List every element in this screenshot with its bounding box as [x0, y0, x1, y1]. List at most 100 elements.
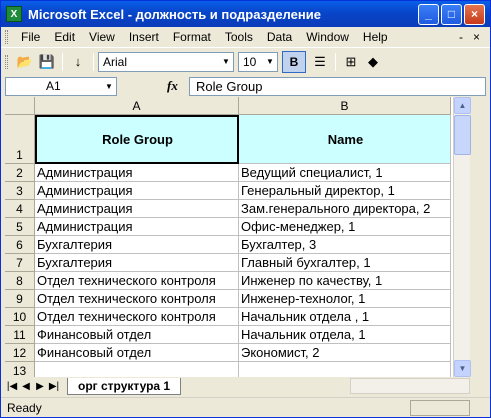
formula-bar: A1 ▼ fx Role Group — [1, 76, 490, 96]
cell-role-group[interactable]: Отдел технического контроля — [35, 272, 239, 290]
formula-input[interactable]: Role Group — [189, 76, 486, 96]
row-header[interactable]: 6 — [5, 236, 35, 254]
scroll-up-icon[interactable]: ▲ — [454, 97, 471, 114]
cell-name[interactable] — [239, 362, 451, 377]
name-box-value: A1 — [46, 79, 61, 93]
scroll-thumb[interactable] — [454, 115, 471, 155]
next-sheet-icon[interactable]: ▶ — [33, 381, 47, 392]
cell-name[interactable]: Инженер по качеству, 1 — [239, 272, 451, 290]
cell-name[interactable]: Ведущий специалист, 1 — [239, 164, 451, 182]
row-header[interactable]: 8 — [5, 272, 35, 290]
toolbar-separator — [335, 52, 336, 71]
font-name-select[interactable]: Arial ▼ — [98, 51, 234, 72]
status-bar: Ready — [1, 397, 490, 417]
cell-role-group[interactable]: Отдел технического контроля — [35, 308, 239, 326]
maximize-button[interactable]: □ — [441, 3, 462, 25]
cell-role-group[interactable] — [35, 362, 239, 377]
open-folder-icon[interactable]: 📂 — [15, 52, 35, 72]
status-text: Ready — [7, 400, 42, 415]
sheet-tab-bar: |◀ ◀ ▶ ▶| орг структура 1 — [5, 377, 470, 395]
formatting-toolbar: 📂 💾 ↓ Arial ▼ 10 ▼ B ☰ ⊞ ◆ — [1, 47, 490, 75]
cell-name[interactable]: Генеральный директор, 1 — [239, 182, 451, 200]
cell-name[interactable]: Начальник отдела, 1 — [239, 326, 451, 344]
column-header-a[interactable]: A — [35, 97, 239, 115]
cell-role-group[interactable]: Бухгалтерия — [35, 254, 239, 272]
row-header[interactable]: 11 — [5, 326, 35, 344]
window-title: Microsoft Excel - должность и подразделе… — [28, 6, 321, 22]
cell-name[interactable]: Экономист, 2 — [239, 344, 451, 362]
worksheet-grid[interactable]: A B 1 Role Group Name 2 Администрация Веду… — [5, 97, 453, 377]
toolbar-separator — [62, 52, 63, 71]
row-header[interactable]: 4 — [5, 200, 35, 218]
menu-help[interactable]: Help — [356, 30, 395, 44]
cell-role-group[interactable]: Администрация — [35, 164, 239, 182]
select-all-corner[interactable] — [5, 97, 35, 115]
cell-b1[interactable]: Name — [239, 115, 451, 164]
excel-app-icon[interactable]: X — [6, 6, 22, 22]
menu-window[interactable]: Window — [299, 30, 356, 44]
close-button[interactable]: × — [464, 3, 485, 25]
name-box[interactable]: A1 ▼ — [5, 76, 117, 96]
cell-role-group[interactable]: Финансовый отдел — [35, 326, 239, 344]
excel-window: X Microsoft Excel - должность и подразде… — [0, 0, 491, 418]
workbook-minimize-button[interactable]: - — [459, 30, 463, 44]
first-sheet-icon[interactable]: |◀ — [5, 381, 19, 392]
menu-tools[interactable]: Tools — [218, 30, 260, 44]
bold-button[interactable]: B — [282, 50, 306, 73]
menu-edit[interactable]: Edit — [47, 30, 82, 44]
cell-name[interactable]: Бухгалтер, 3 — [239, 236, 451, 254]
last-sheet-icon[interactable]: ▶| — [47, 381, 61, 392]
minimize-button[interactable]: _ — [418, 3, 439, 25]
cell-role-group[interactable]: Администрация — [35, 200, 239, 218]
cell-name[interactable]: Главный бухгалтер, 1 — [239, 254, 451, 272]
toolbar-separator — [93, 52, 94, 71]
menu-insert[interactable]: Insert — [122, 30, 166, 44]
align-center-icon[interactable]: ☰ — [310, 52, 330, 72]
cell-name[interactable]: Начальник отдела , 1 — [239, 308, 451, 326]
horizontal-scrollbar[interactable] — [350, 378, 470, 394]
font-size-select[interactable]: 10 ▼ — [238, 51, 278, 72]
row-header[interactable]: 10 — [5, 308, 35, 326]
vertical-scrollbar[interactable]: ▲ ▼ — [453, 97, 471, 377]
menu-file[interactable]: File — [14, 30, 47, 44]
row-header[interactable]: 1 — [5, 115, 35, 164]
workbook-close-button[interactable]: × — [473, 30, 480, 44]
cell-role-group[interactable]: Бухгалтерия — [35, 236, 239, 254]
menu-grip[interactable] — [5, 30, 8, 44]
chevron-down-icon[interactable]: ▼ — [219, 53, 233, 71]
menu-view[interactable]: View — [82, 30, 122, 44]
row-header[interactable]: 13 — [5, 362, 35, 377]
sheet-tab[interactable]: орг структура 1 — [67, 377, 182, 395]
cell-name[interactable]: Зам.генерального директора, 2 — [239, 200, 451, 218]
font-size-value: 10 — [243, 54, 257, 69]
cell-role-group[interactable]: Финансовый отдел — [35, 344, 239, 362]
row-header[interactable]: 5 — [5, 218, 35, 236]
save-icon[interactable]: 💾 — [37, 52, 57, 72]
borders-icon[interactable]: ⊞ — [341, 52, 361, 72]
cell-a1[interactable]: Role Group — [35, 115, 239, 164]
insert-function-icon[interactable]: fx — [167, 78, 189, 94]
chevron-down-icon[interactable]: ▼ — [263, 53, 277, 71]
row-header[interactable]: 9 — [5, 290, 35, 308]
cell-name[interactable]: Офис-менеджер, 1 — [239, 218, 451, 236]
toolbar-grip[interactable] — [5, 54, 8, 69]
menu-format[interactable]: Format — [166, 30, 218, 44]
cell-role-group[interactable]: Администрация — [35, 218, 239, 236]
fill-color-icon[interactable]: ◆ — [363, 52, 383, 72]
prev-sheet-icon[interactable]: ◀ — [19, 381, 33, 392]
sort-ascending-icon[interactable]: ↓ — [68, 52, 88, 72]
cell-name[interactable]: Инженер-технолог, 1 — [239, 290, 451, 308]
chevron-down-icon[interactable]: ▼ — [102, 78, 116, 96]
scroll-down-icon[interactable]: ▼ — [454, 360, 471, 377]
menu-bar: File Edit View Insert Format Tools Data … — [1, 27, 490, 47]
menu-data[interactable]: Data — [260, 30, 299, 44]
row-header[interactable]: 2 — [5, 164, 35, 182]
column-header-b[interactable]: B — [239, 97, 451, 115]
status-panel — [410, 399, 470, 416]
row-header[interactable]: 3 — [5, 182, 35, 200]
title-bar: X Microsoft Excel - должность и подразде… — [1, 1, 490, 27]
row-header[interactable]: 12 — [5, 344, 35, 362]
row-header[interactable]: 7 — [5, 254, 35, 272]
cell-role-group[interactable]: Отдел технического контроля — [35, 290, 239, 308]
cell-role-group[interactable]: Администрация — [35, 182, 239, 200]
